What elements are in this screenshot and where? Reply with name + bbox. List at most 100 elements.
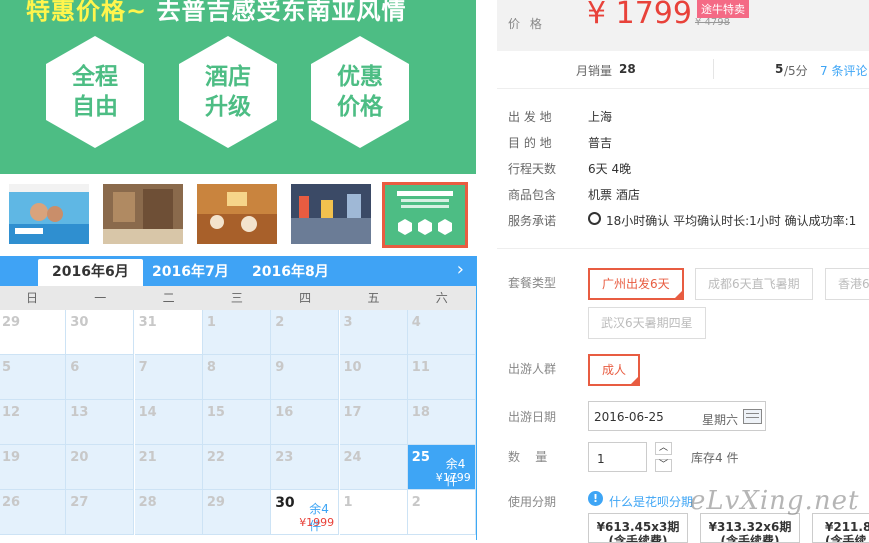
day-number: 9: [275, 360, 285, 375]
day-number: 23: [275, 450, 294, 465]
check-circle-icon: [588, 212, 601, 225]
weekday-label: 六: [435, 291, 448, 305]
day-number: 30: [70, 315, 89, 330]
day-number: 29: [2, 315, 21, 330]
calendar-month-tabs: 2016年6月 2016年7月 2016年8月 ›: [0, 256, 476, 286]
day-number: 29: [206, 495, 225, 510]
hex-line: 升级: [205, 94, 251, 120]
left-panel: 特惠价格~ 去普吉感受东南亚风情 全程 自由 酒店 升级 优惠 价格 2016年6月 …: [0, 0, 480, 540]
monthly-sales-label: 月销量: [576, 64, 613, 78]
info-destination: 目 的 地 普吉: [508, 134, 612, 151]
calendar-day: 20: [66, 445, 135, 490]
info-includes: 商品包含 机票 酒店: [508, 186, 640, 203]
product-info-panel: 价 格 ¥ 1799 途牛特卖 ¥ 4798 月销量 28 5 /5分 7 条评…: [497, 0, 869, 543]
hex-line: 优惠: [337, 64, 383, 90]
departure-calendar: 2016年6月 2016年7月 2016年8月 › 日一二三四五六 29 30 31…: [0, 256, 477, 540]
thumbnail-image[interactable]: [291, 184, 371, 244]
day-number: 17: [343, 405, 362, 420]
day-number: 13: [70, 405, 89, 420]
day-number: 12: [2, 405, 21, 420]
crowd-option-adult[interactable]: 成人: [588, 354, 641, 386]
info-icon: !: [588, 491, 603, 506]
reviews-link[interactable]: 7 条评论: [820, 62, 867, 79]
weekday-label: 一: [94, 291, 107, 305]
package-label: 套餐类型: [508, 276, 557, 290]
quantity-decrease-button[interactable]: ﹀: [655, 459, 672, 472]
tab-2016-08[interactable]: 2016年8月: [238, 259, 343, 286]
info-label: 出 发 地: [508, 110, 552, 124]
day-number: 19: [2, 450, 21, 465]
quantity-input[interactable]: 1: [588, 442, 647, 472]
calendar-day: 15: [202, 400, 271, 445]
calendar-day-available[interactable]: 25 余4件 ¥1799: [407, 445, 476, 490]
weekday-label: 日: [25, 291, 38, 305]
rating-total: /5分: [784, 64, 808, 78]
stats-divider: [713, 59, 714, 79]
day-number: 25: [411, 450, 430, 465]
monthly-sales-value: 28: [619, 62, 636, 76]
tuniu-sale-badge: 途牛特卖: [697, 0, 749, 18]
weekday-label: 四: [299, 291, 312, 305]
calendar-day: 2: [271, 310, 340, 355]
calendar-day: 30: [66, 310, 135, 355]
thumbnail-image-selected[interactable]: [382, 182, 468, 248]
weekday-label: 五: [367, 291, 380, 305]
calendar-day: 26: [0, 490, 66, 535]
calendar-day: 6: [66, 355, 135, 400]
package-option-guangzhou[interactable]: 广州出发6天: [588, 268, 684, 300]
info-label: 目 的 地: [508, 136, 552, 150]
thumbnail-image[interactable]: [9, 184, 89, 244]
huabei-help-link[interactable]: 什么是花呗分期: [609, 493, 693, 510]
calendar-day: 12: [0, 400, 66, 445]
day-number: 2: [275, 315, 285, 330]
day-number: 31: [138, 315, 157, 330]
day-number: 30: [275, 495, 295, 511]
info-duration: 行程天数 6天 4晚: [508, 160, 631, 177]
installment-plan-12[interactable]: ¥211.8 (含手续: [812, 513, 869, 543]
package-option-wuhan[interactable]: 武汉6天暑期四星: [588, 307, 706, 339]
day-price: ¥1799: [435, 471, 471, 484]
package-option-hongkong[interactable]: 香港6: [825, 268, 869, 300]
date-value: 2016-06-25: [594, 410, 664, 424]
thumbnail-image[interactable]: [197, 184, 277, 244]
day-number: 18: [411, 405, 430, 420]
chevron-right-icon[interactable]: ›: [457, 259, 464, 280]
calendar-day: 31: [134, 310, 203, 355]
day-number: 24: [343, 450, 362, 465]
calendar-day: 2: [407, 490, 476, 535]
calendar-day: 8: [202, 355, 271, 400]
day-number: 15: [206, 405, 225, 420]
calendar-day: 9: [271, 355, 340, 400]
day-number: 22: [206, 450, 225, 465]
installment-plan-6[interactable]: ¥313.32x6期 (含手续费): [700, 513, 800, 543]
package-option-chengdu[interactable]: 成都6天直飞暑期: [695, 268, 813, 300]
calendar-day: 1: [202, 310, 271, 355]
day-number: 26: [2, 495, 21, 510]
calendar-icon[interactable]: [743, 409, 762, 424]
plan-note: (含手续费): [608, 534, 668, 543]
rating-score: 5: [775, 62, 784, 76]
watermark: eLvXing.net: [690, 486, 860, 516]
tab-2016-07[interactable]: 2016年7月: [138, 259, 243, 286]
hex-badge-freedom: 全程 自由: [46, 36, 144, 148]
current-price: ¥ 1799: [587, 0, 692, 31]
calendar-day: 10: [339, 355, 408, 400]
info-label: 行程天数: [508, 162, 557, 176]
thumbnail-image[interactable]: [103, 184, 183, 244]
day-number: 7: [138, 360, 148, 375]
info-value: 6天 4晚: [588, 162, 632, 176]
plan-note: (含手续: [825, 534, 867, 543]
quantity-increase-button[interactable]: ︿: [655, 442, 672, 455]
info-value: 机票 酒店: [588, 188, 640, 202]
info-label: 服务承诺: [508, 214, 557, 228]
calendar-day-available[interactable]: 30 余4件 ¥1999: [271, 490, 340, 535]
installment-plan-3[interactable]: ¥613.45x3期 (含手续费): [588, 513, 688, 543]
plan-amount: ¥313.32x6期: [708, 520, 792, 534]
date-picker-field[interactable]: 2016-06-25 星期六: [588, 401, 766, 431]
day-number: 8: [206, 360, 216, 375]
tab-2016-06[interactable]: 2016年6月: [38, 259, 143, 286]
day-number: 5: [2, 360, 12, 375]
day-number: 11: [411, 360, 430, 375]
stats-row: 月销量 28 5 /5分 7 条评论: [497, 51, 869, 89]
calendar-day: 19: [0, 445, 66, 490]
